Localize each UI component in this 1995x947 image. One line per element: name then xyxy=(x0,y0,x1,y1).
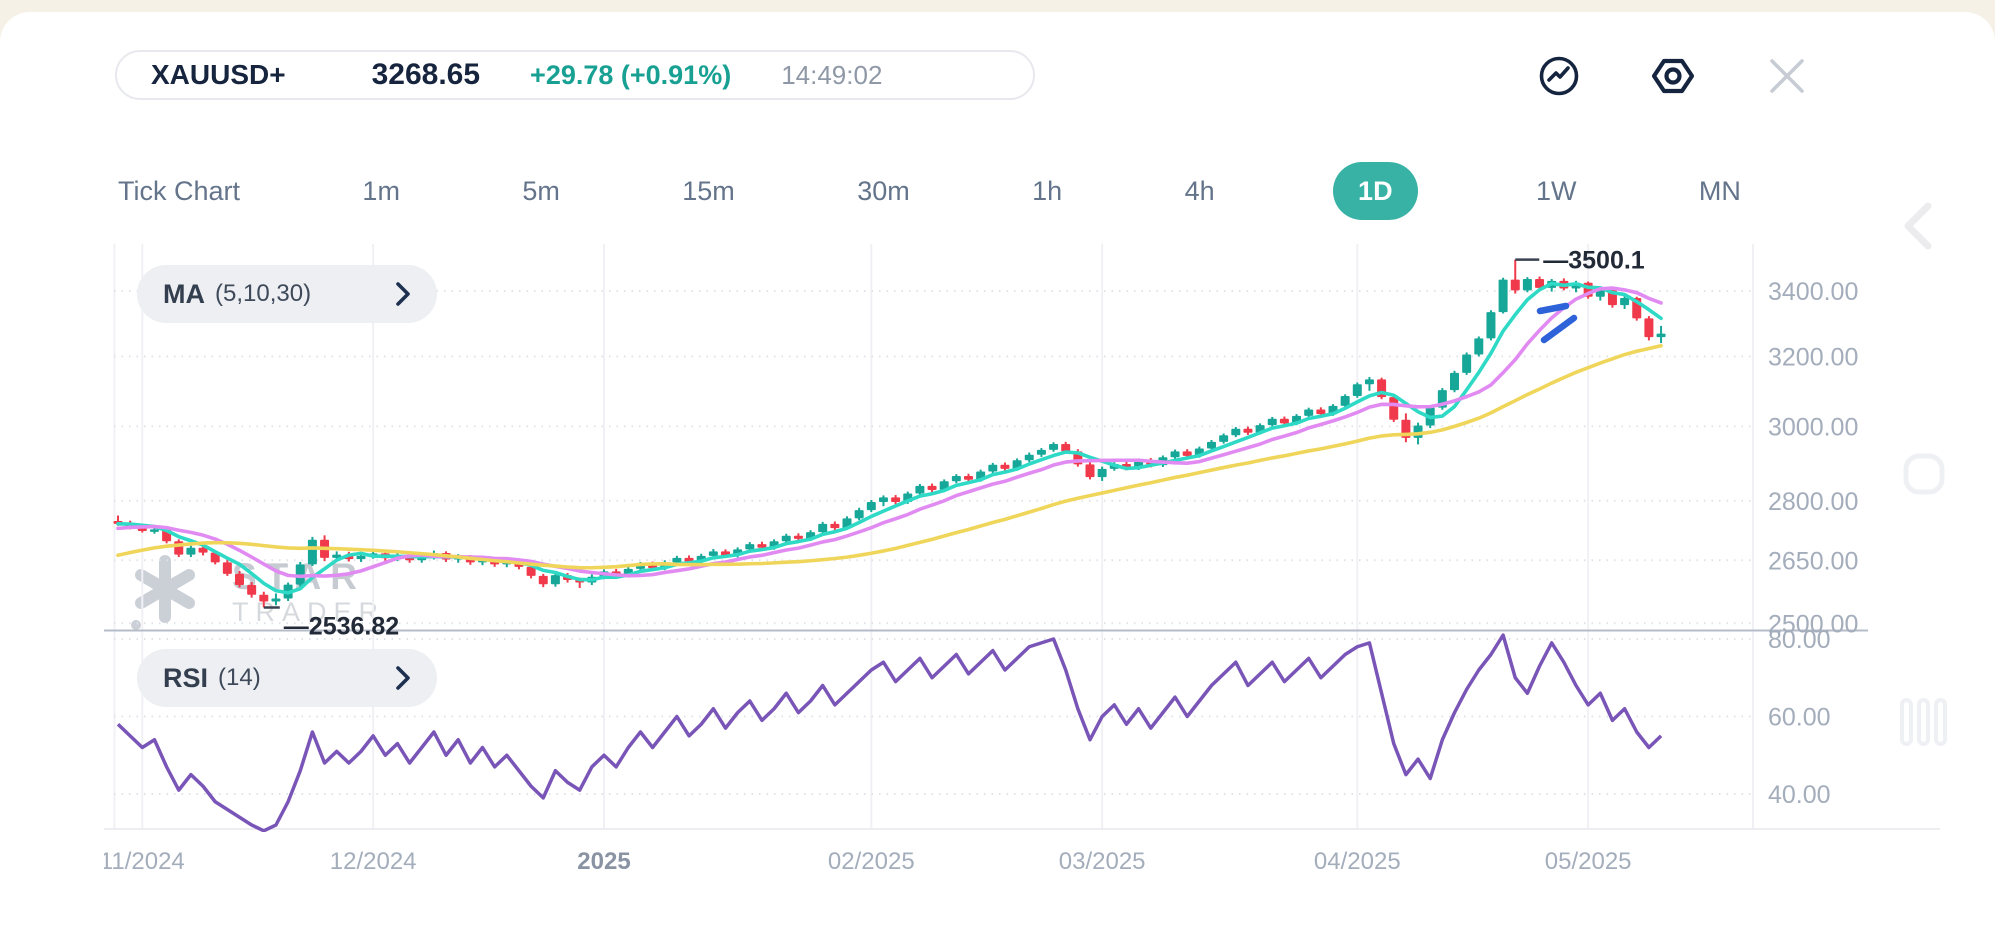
chevron-left-icon xyxy=(1896,198,1944,254)
hexagon-settings-icon xyxy=(1650,53,1696,99)
chart-settings-button[interactable] xyxy=(1650,53,1696,99)
symbol-info-pill[interactable]: XAUUSD+ 3268.65 +29.78 (+0.91%) 14:49:02 xyxy=(115,50,1035,100)
svg-text:3200.00: 3200.00 xyxy=(1768,344,1858,372)
tab-tick-chart[interactable]: Tick Chart xyxy=(114,162,244,220)
svg-text:2025: 2025 xyxy=(577,848,630,875)
symbol-name: XAUUSD+ xyxy=(151,59,286,91)
rounded-square-icon xyxy=(1900,450,1948,498)
tab-5m[interactable]: 5m xyxy=(518,162,564,220)
square-tool-button[interactable] xyxy=(1900,450,1948,498)
trading-app-screen: STAR TRADER 3400.003200.003000.002800.00… xyxy=(0,0,1995,947)
svg-text:2800.00: 2800.00 xyxy=(1768,488,1858,516)
tab-30m[interactable]: 30m xyxy=(853,162,914,220)
three-bars-icon xyxy=(1898,698,1950,746)
svg-text:80.00: 80.00 xyxy=(1768,626,1831,654)
close-icon xyxy=(1764,53,1810,99)
svg-text:11/2024: 11/2024 xyxy=(104,848,185,875)
quote-time: 14:49:02 xyxy=(781,60,882,91)
svg-text:—3500.1: —3500.1 xyxy=(1543,247,1645,275)
close-chart-button[interactable] xyxy=(1764,53,1810,99)
svg-text:12/2024: 12/2024 xyxy=(330,848,417,875)
ma-indicator-params: (5,10,30) xyxy=(215,280,311,308)
svg-text:04/2025: 04/2025 xyxy=(1314,848,1401,875)
rsi-indicator-params: (14) xyxy=(218,664,261,692)
collapse-panel-button[interactable] xyxy=(1896,198,1944,254)
ma-indicator-name: MA xyxy=(163,279,205,310)
tab-1w[interactable]: 1W xyxy=(1532,162,1581,220)
tab-1d[interactable]: 1D xyxy=(1333,162,1418,220)
svg-text:02/2025: 02/2025 xyxy=(828,848,915,875)
tab-4h[interactable]: 4h xyxy=(1181,162,1219,220)
price-chart-canvas[interactable]: 3400.003200.003000.002800.002650.002500.… xyxy=(104,12,1995,947)
timeframe-tabs: Tick Chart 1m 5m 15m 30m 1h 4h 1D 1W MN xyxy=(114,162,1745,220)
chevron-right-icon xyxy=(395,281,411,307)
rsi-indicator-name: RSI xyxy=(163,663,208,694)
rsi-indicator-pill[interactable]: RSI (14) xyxy=(137,649,437,707)
svg-text:60.00: 60.00 xyxy=(1768,704,1831,732)
svg-text:—2536.82: —2536.82 xyxy=(284,612,399,640)
last-price: 3268.65 xyxy=(372,58,480,92)
chart-type-button[interactable] xyxy=(1536,53,1582,99)
svg-text:03/2025: 03/2025 xyxy=(1059,848,1146,875)
bars-tool-button[interactable] xyxy=(1898,698,1950,746)
svg-text:05/2025: 05/2025 xyxy=(1545,848,1632,875)
svg-text:2650.00: 2650.00 xyxy=(1768,547,1858,575)
svg-text:3000.00: 3000.00 xyxy=(1768,413,1858,441)
price-change: +29.78 (+0.91%) xyxy=(530,60,731,91)
chevron-right-icon xyxy=(395,665,411,691)
ma-indicator-pill[interactable]: MA (5,10,30) xyxy=(137,265,437,323)
tab-mn[interactable]: MN xyxy=(1695,162,1745,220)
tab-1m[interactable]: 1m xyxy=(358,162,404,220)
svg-text:40.00: 40.00 xyxy=(1768,781,1831,809)
svg-text:3400.00: 3400.00 xyxy=(1768,278,1858,306)
tab-1h[interactable]: 1h xyxy=(1028,162,1066,220)
pulse-chart-icon xyxy=(1536,53,1582,99)
tab-15m[interactable]: 15m xyxy=(678,162,739,220)
chart-sheet: STAR TRADER 3400.003200.003000.002800.00… xyxy=(0,12,1995,947)
